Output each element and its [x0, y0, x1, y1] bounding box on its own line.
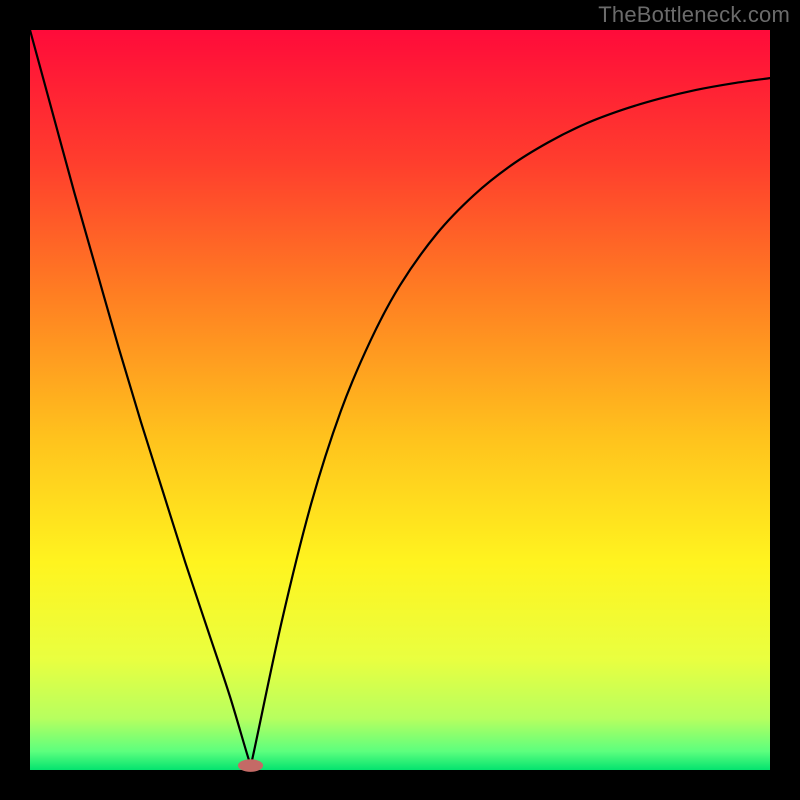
- bottleneck-chart: [0, 0, 800, 800]
- chart-frame: TheBottleneck.com: [0, 0, 800, 800]
- watermark-text: TheBottleneck.com: [598, 2, 790, 28]
- plot-background: [30, 30, 770, 770]
- optimum-marker: [238, 759, 263, 772]
